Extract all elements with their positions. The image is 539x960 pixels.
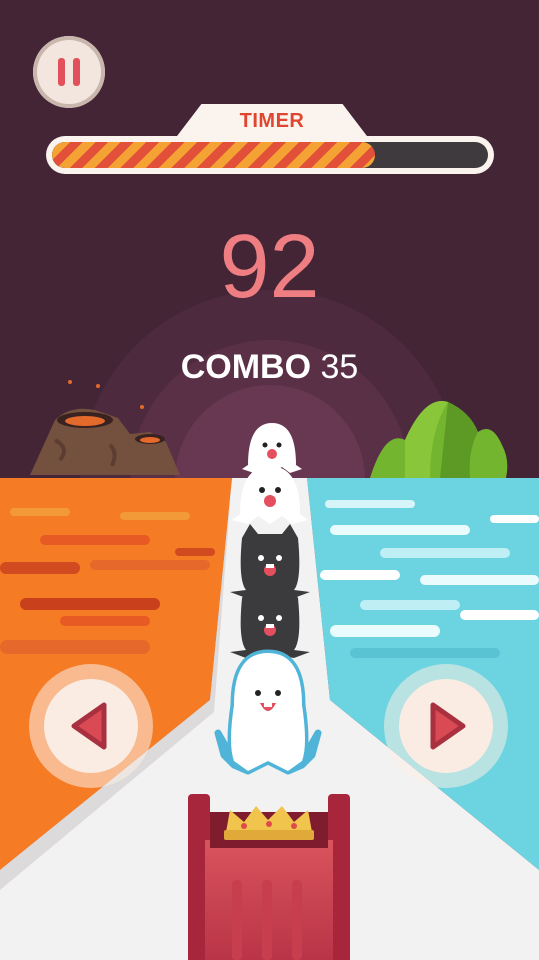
left-arrow-icon <box>71 702 107 750</box>
button-disc <box>399 679 493 773</box>
score-value: 92 <box>219 217 320 317</box>
timer: TIMER <box>46 104 494 174</box>
goal-box <box>188 794 350 960</box>
pause-icon-bar <box>73 58 80 86</box>
timer-track <box>52 142 488 168</box>
combo-label: COMBO <box>180 348 312 386</box>
timer-bar <box>46 136 494 174</box>
move-right-button[interactable] <box>384 664 508 788</box>
game-screen: TIMER 92 COMBO 35 <box>0 0 539 960</box>
timer-label: TIMER <box>239 110 305 132</box>
right-arrow-icon <box>430 702 466 750</box>
move-left-button[interactable] <box>29 664 153 788</box>
timer-fill <box>52 142 375 168</box>
pause-button[interactable] <box>33 36 105 108</box>
button-disc <box>44 679 138 773</box>
pause-icon <box>58 58 65 86</box>
combo-counter: COMBO 35 <box>0 348 539 387</box>
combo-value: 35 <box>320 348 359 386</box>
